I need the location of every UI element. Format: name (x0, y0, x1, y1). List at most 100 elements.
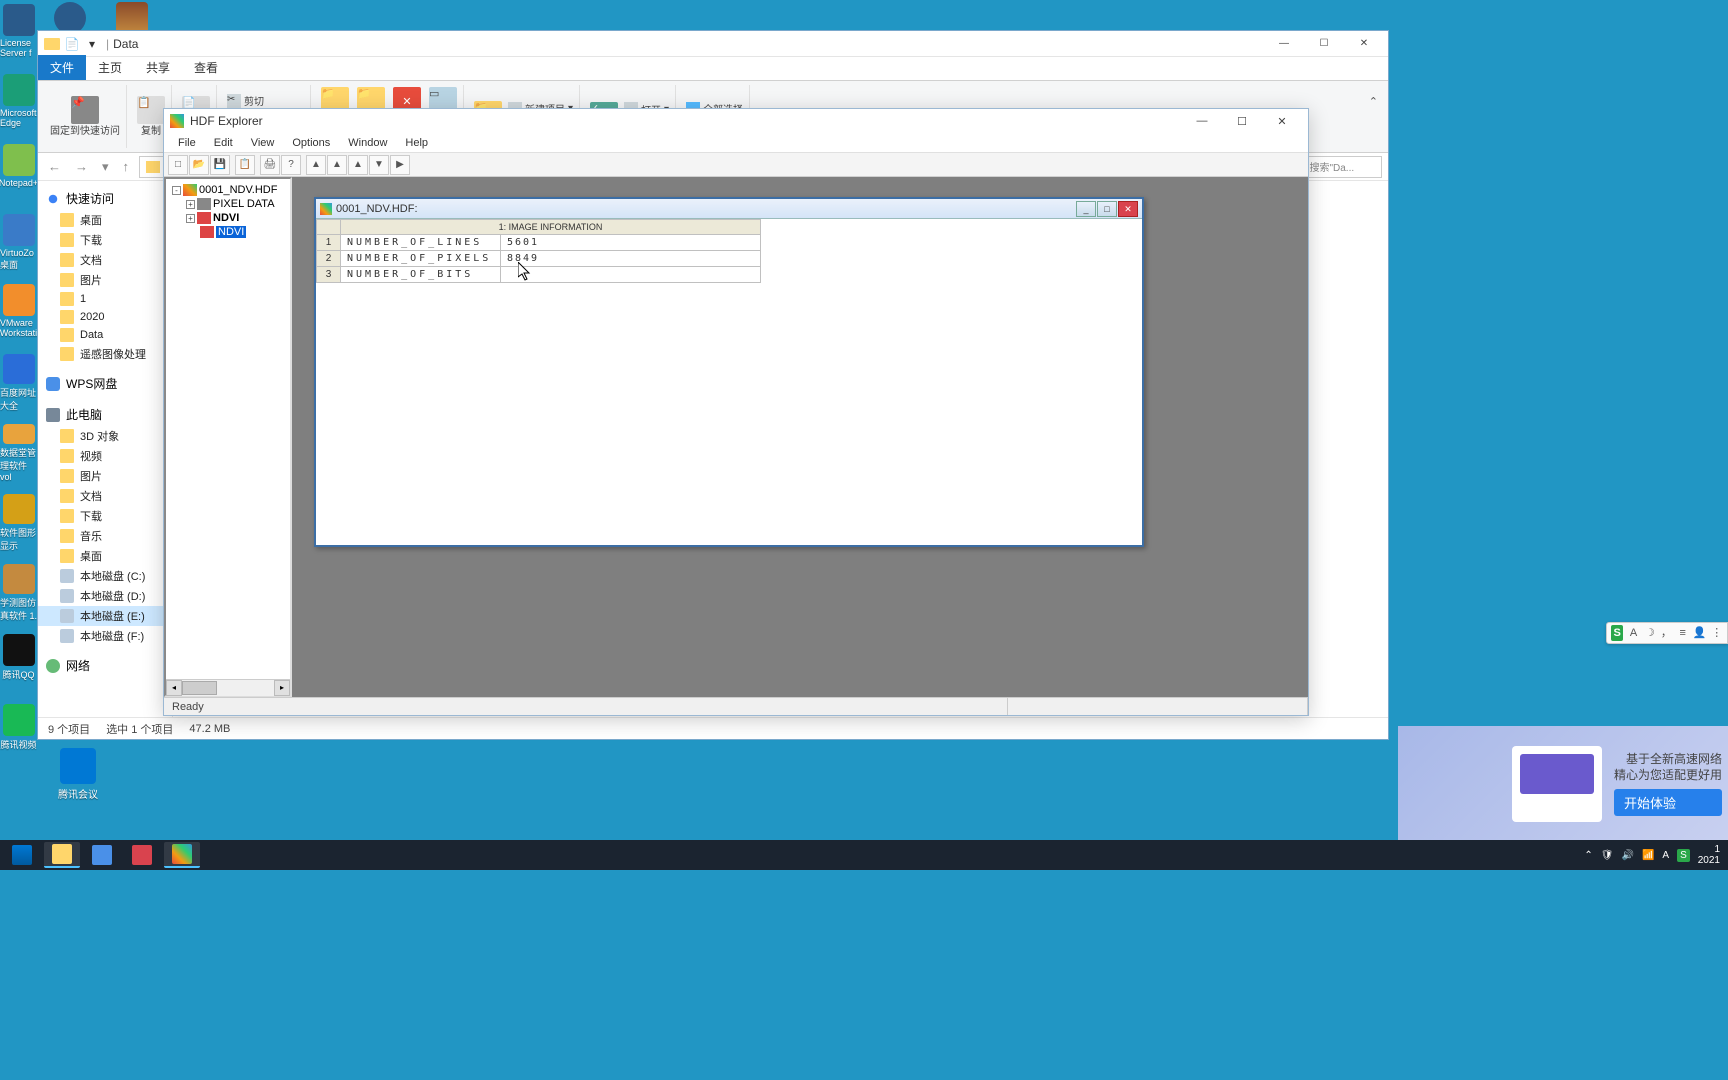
sidebar-quick-access[interactable]: 快速访问 (38, 187, 172, 210)
mdi-titlebar[interactable]: 0001_NDV.HDF: _ □ ✕ (316, 199, 1142, 219)
tree-node-pixel-data[interactable]: +PIXEL DATA (170, 197, 286, 211)
sidebar-item[interactable]: 下载 (38, 506, 172, 526)
explorer-titlebar[interactable]: 📄 ▾ | Data — ☐ ✕ (38, 31, 1388, 57)
tb-help[interactable]: ? (281, 155, 301, 175)
menu-help[interactable]: Help (397, 135, 436, 151)
tree-hscrollbar[interactable]: ◂ ▸ (166, 679, 290, 695)
close-button[interactable]: ✕ (1344, 34, 1384, 54)
sidebar-item[interactable]: 视频 (38, 446, 172, 466)
menu-options[interactable]: Options (284, 135, 338, 151)
tray-s-icon[interactable]: S (1677, 849, 1690, 862)
grid-row[interactable]: 1 NUMBER_OF_LINES 5601 (317, 235, 761, 251)
sidebar-item-selected[interactable]: 本地磁盘 (E:) (38, 606, 172, 626)
menu-edit[interactable]: Edit (206, 135, 241, 151)
expand-icon[interactable]: + (186, 200, 195, 209)
tray-shield-icon[interactable]: 🛡 (1601, 850, 1614, 861)
nav-up[interactable]: ↑ (119, 159, 134, 174)
mdi-maximize-button[interactable]: □ (1097, 201, 1117, 217)
desktop-icon[interactable]: License Server f (0, 4, 37, 62)
ime-user-icon[interactable]: 👤 (1693, 625, 1707, 641)
sidebar-item[interactable]: 下载 (38, 230, 172, 250)
maximize-button[interactable]: ☐ (1304, 34, 1344, 54)
promo-panel[interactable]: 基于全新高速网络 精心为您适配更好用 开始体验 (1398, 726, 1728, 841)
nav-back[interactable]: ← (44, 159, 65, 174)
tray-network-icon[interactable]: 📶 (1642, 850, 1654, 861)
tray-volume-icon[interactable]: 🔊 (1622, 850, 1634, 861)
scroll-thumb[interactable] (182, 681, 217, 695)
desktop-icon[interactable]: 腾讯QQ (0, 634, 37, 692)
ime-toolbar[interactable]: S A ☽ ， ≡ 👤 ⋮ (1606, 622, 1728, 644)
desktop-icon-tencent-meeting[interactable]: 腾讯会议 (54, 748, 102, 801)
ribbon-pin[interactable]: 📌固定到快速访问 (44, 85, 127, 148)
data-grid[interactable]: 1: IMAGE INFORMATION 1 NUMBER_OF_LINES 5… (316, 219, 761, 283)
menu-view[interactable]: View (243, 135, 283, 151)
grid-row[interactable]: 2 NUMBER_OF_PIXELS 8849 (317, 251, 761, 267)
desktop-icon[interactable]: 腾讯视频 (0, 704, 37, 762)
nav-forward[interactable]: → (71, 159, 92, 174)
desktop-icon[interactable]: VirtuoZo桌面 (0, 214, 37, 272)
desktop-icon[interactable]: 软件图形显示 (0, 494, 37, 552)
tb-new[interactable]: □ (168, 155, 188, 175)
sidebar-network[interactable]: 网络 (38, 654, 172, 677)
minimize-button[interactable]: — (1182, 111, 1222, 131)
grid-cell-val[interactable] (501, 267, 761, 283)
tab-view[interactable]: 查看 (182, 55, 230, 80)
sidebar-item[interactable]: 1 (38, 290, 172, 308)
grid-row[interactable]: 3 NUMBER_OF_BITS (317, 267, 761, 283)
mdi-minimize-button[interactable]: _ (1076, 201, 1096, 217)
tree-node-ndvi-selected[interactable]: NDVI (170, 225, 286, 239)
grid-cell-key[interactable]: NUMBER_OF_PIXELS (341, 251, 501, 267)
tray-chevron-icon[interactable]: ⌃ (1584, 850, 1592, 861)
scroll-left-icon[interactable]: ◂ (166, 680, 182, 696)
grid-cell-key[interactable]: NUMBER_OF_LINES (341, 235, 501, 251)
sidebar-item[interactable]: 桌面 (38, 546, 172, 566)
sidebar-item[interactable]: 音乐 (38, 526, 172, 546)
taskbar-start[interactable] (4, 842, 40, 868)
taskbar-adobe[interactable] (124, 842, 160, 868)
menu-window[interactable]: Window (340, 135, 395, 151)
desktop-icon[interactable]: 数据堂管理软件vol (0, 424, 37, 482)
hdf-titlebar[interactable]: HDF Explorer — ☐ ✕ (164, 109, 1308, 133)
tb-print[interactable]: 🖨 (260, 155, 280, 175)
sidebar-item[interactable]: 3D 对象 (38, 426, 172, 446)
tb-copy[interactable]: 📋 (235, 155, 255, 175)
ime-a-icon[interactable]: A (1627, 625, 1639, 641)
tb-up[interactable]: ▲ (306, 155, 326, 175)
desktop-icon[interactable]: Notepad+ (0, 144, 37, 202)
maximize-button[interactable]: ☐ (1222, 111, 1262, 131)
hdf-tree[interactable]: -0001_NDV.HDF +PIXEL DATA +NDVI NDVI (166, 179, 290, 679)
close-button[interactable]: ✕ (1262, 111, 1302, 131)
tb-open[interactable]: 📂 (189, 155, 209, 175)
ime-s-icon[interactable]: S (1611, 625, 1623, 641)
sidebar-item[interactable]: 本地磁盘 (F:) (38, 626, 172, 646)
tree-node-root[interactable]: -0001_NDV.HDF (170, 183, 286, 197)
collapse-icon[interactable]: - (172, 186, 181, 195)
ime-comma-icon[interactable]: ， (1660, 625, 1672, 641)
tb-play[interactable]: ▶ (390, 155, 410, 175)
sidebar-item[interactable]: 文档 (38, 486, 172, 506)
desktop-icon[interactable]: Microsoft Edge (0, 74, 37, 132)
sidebar-item[interactable]: 文档 (38, 250, 172, 270)
tree-node-ndvi[interactable]: +NDVI (170, 211, 286, 225)
promo-start-button[interactable]: 开始体验 (1614, 789, 1722, 816)
sidebar-item[interactable]: 遥感图像处理 (38, 344, 172, 364)
expand-icon[interactable]: + (186, 214, 195, 223)
desktop-icon[interactable]: VMware Workstati (0, 284, 37, 342)
menu-file[interactable]: File (170, 135, 204, 151)
desktop-icon[interactable]: 学测图仿真软件 1. (0, 564, 37, 622)
tb-upup[interactable]: ▲ (327, 155, 347, 175)
ime-moon-icon[interactable]: ☽ (1644, 625, 1656, 641)
desktop-icon[interactable]: 百度网址大全 (0, 354, 37, 412)
ime-more-icon[interactable]: ⋮ (1711, 625, 1723, 641)
nav-history-icon[interactable]: ▾ (98, 159, 113, 175)
tab-share[interactable]: 共享 (134, 55, 182, 80)
sidebar-item[interactable]: 桌面 (38, 210, 172, 230)
chevron-down-icon[interactable]: ▾ (84, 36, 100, 52)
sidebar-item[interactable]: 图片 (38, 270, 172, 290)
taskbar-wps[interactable] (84, 842, 120, 868)
tab-file[interactable]: 文件 (38, 55, 86, 80)
sidebar-wps[interactable]: WPS网盘 (38, 372, 172, 395)
minimize-button[interactable]: — (1264, 34, 1304, 54)
ime-menu-icon[interactable]: ≡ (1677, 625, 1689, 641)
sidebar-item[interactable]: 2020 (38, 308, 172, 326)
